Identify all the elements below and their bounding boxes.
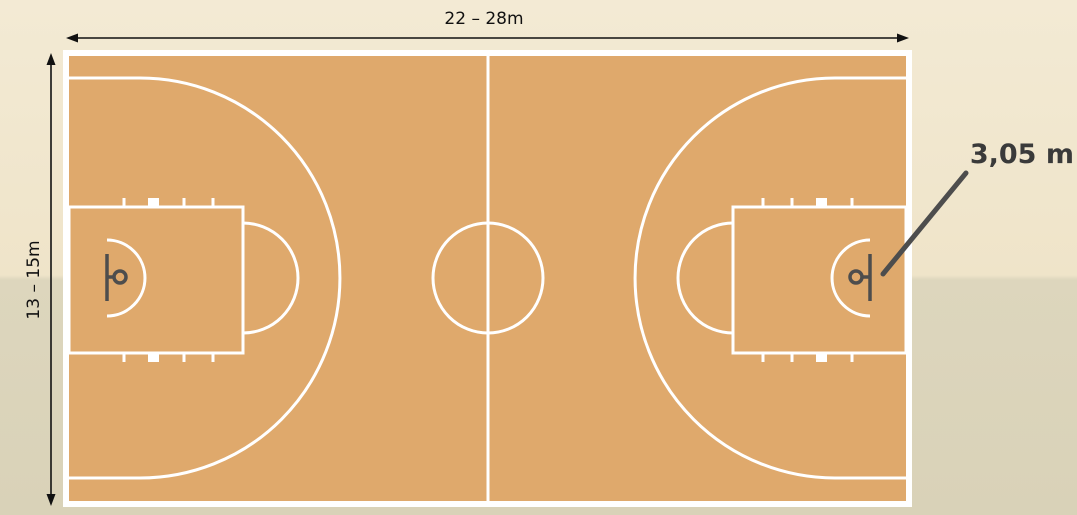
height-arrowhead-bottom <box>46 494 56 506</box>
right-block-bottom <box>816 353 827 362</box>
width-arrow <box>66 33 909 43</box>
right-block-top <box>816 198 827 207</box>
height-arrowhead-top <box>46 53 56 65</box>
width-label: 22 – 28m <box>444 9 523 29</box>
left-block-top <box>148 198 159 207</box>
height-arrow <box>46 53 56 506</box>
basketball-court-diagram: 3,05 m 22 – 28m 13 – 15m <box>24 9 1074 507</box>
hoop-height-label: 3,05 m <box>970 139 1074 170</box>
width-arrowhead-right <box>897 33 909 43</box>
width-arrowhead-left <box>66 33 78 43</box>
left-block-bottom <box>148 353 159 362</box>
height-label: 13 – 15m <box>24 240 44 319</box>
